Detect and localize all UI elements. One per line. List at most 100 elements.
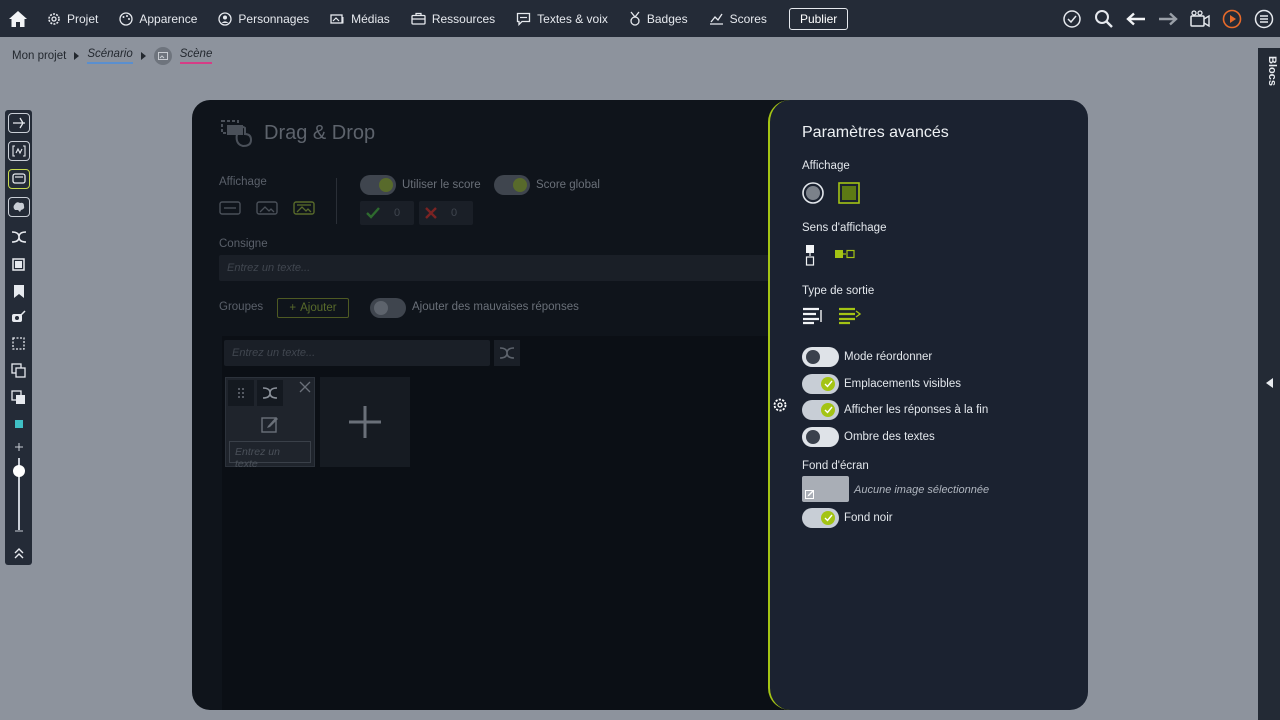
play-button[interactable] [1216, 0, 1248, 37]
nav-personnages[interactable]: Personnages [207, 0, 319, 37]
camera-icon [1190, 9, 1210, 27]
add-group-card[interactable] [320, 377, 410, 467]
display-mixed-icon[interactable] [293, 201, 315, 215]
horizontal-direction-icon[interactable] [834, 248, 856, 260]
global-score-label: Score global [536, 179, 600, 191]
play-icon [1222, 9, 1242, 28]
breadcrumb-separator-icon [140, 52, 146, 60]
tool-dialogue[interactable] [6, 168, 31, 190]
nav-textes-voix[interactable]: Textes & voix [505, 0, 618, 37]
sens-label: Sens d'affichage [802, 222, 887, 234]
nav-badges[interactable]: Badges [618, 0, 698, 37]
tool-transition[interactable] [6, 112, 31, 134]
group-title-input[interactable]: Entrez un texte... [224, 340, 490, 366]
drag-handle[interactable] [228, 380, 254, 406]
dialogue-icon [11, 173, 26, 184]
toggle-knob [806, 350, 820, 364]
variable-icon [11, 145, 26, 157]
toggle-knob [821, 511, 835, 525]
output-list-icon[interactable] [802, 307, 824, 325]
home-button[interactable] [0, 0, 36, 37]
group-card[interactable]: Entrez un texte [225, 377, 315, 470]
tool-variable[interactable] [6, 140, 31, 162]
menu-button[interactable] [1248, 0, 1280, 37]
correct-count: 0 [394, 207, 401, 219]
use-score-toggle[interactable] [360, 175, 396, 195]
edit-icon[interactable] [261, 415, 279, 433]
drag-drop-icon [219, 118, 255, 153]
close-icon[interactable] [299, 381, 311, 393]
text-shadow-toggle[interactable] [802, 427, 839, 447]
bookmark-icon [13, 284, 24, 298]
shuffle-icon [262, 387, 278, 399]
breadcrumb-scene[interactable]: Scène [179, 48, 213, 64]
consigne-input[interactable]: Entrez un texte... [219, 255, 792, 281]
display-circle-icon[interactable] [802, 182, 824, 204]
nav-medias[interactable]: Médias [319, 0, 400, 37]
output-arrows-icon[interactable] [838, 307, 862, 325]
display-square-icon[interactable] [838, 182, 860, 204]
nav-scores[interactable]: Scores [698, 0, 777, 37]
toggle-knob [806, 430, 820, 444]
use-score-label: Utiliser le score [402, 179, 481, 191]
copy-icon [11, 362, 26, 378]
video-button[interactable] [1184, 0, 1216, 37]
background-image-picker[interactable] [802, 476, 849, 502]
undo-button[interactable] [1120, 0, 1152, 37]
nav-apparence[interactable]: Apparence [108, 0, 207, 37]
double-chevron-up-icon [14, 548, 23, 559]
publish-button[interactable]: Publier [788, 7, 849, 30]
panel-affichage-label: Affichage [802, 160, 850, 172]
shuffle-icon [499, 347, 515, 359]
tool-brain[interactable] [6, 196, 31, 218]
display-image-icon[interactable] [256, 201, 278, 215]
zoom-out-button[interactable] [6, 520, 31, 542]
redo-button[interactable] [1152, 0, 1184, 37]
black-background-label: Fond noir [844, 512, 893, 524]
bad-answers-label: Ajouter des mauvaises réponses [412, 301, 579, 313]
tool-frame[interactable] [6, 253, 31, 275]
breadcrumb-project[interactable]: Mon projet [12, 50, 66, 62]
zoom-in-button[interactable] [6, 436, 31, 458]
breadcrumb-scenario[interactable]: Scénario [87, 48, 133, 64]
group-item-input[interactable]: Entrez un texte [229, 441, 311, 470]
plus-icon [14, 443, 23, 451]
item-shuffle-button[interactable] [257, 380, 283, 406]
tool-copy[interactable] [6, 359, 31, 381]
check-circle-icon [1063, 9, 1081, 28]
bad-answers-toggle[interactable] [370, 298, 406, 318]
group-shuffle-button[interactable] [494, 340, 520, 366]
media-icon [330, 13, 344, 24]
tool-color[interactable] [6, 413, 31, 435]
nav-projet[interactable]: Projet [36, 0, 108, 37]
expand-left-icon[interactable] [1266, 378, 1273, 388]
add-group-button[interactable]: + Ajouter [277, 298, 349, 318]
search-button[interactable] [1088, 0, 1120, 37]
tool-random[interactable] [6, 226, 31, 248]
tool-select[interactable] [6, 332, 31, 354]
nav-label: Textes & voix [537, 11, 608, 26]
display-text-icon[interactable] [219, 201, 241, 215]
tool-media-edit[interactable] [6, 306, 31, 328]
check-icon [824, 406, 833, 414]
black-background-toggle[interactable] [802, 508, 839, 528]
tool-bookmark[interactable] [6, 280, 31, 302]
editor-title: Drag & Drop [264, 122, 376, 144]
tool-paste[interactable] [6, 386, 31, 408]
menu-icon [1254, 9, 1274, 28]
settings-gear-icon[interactable] [772, 397, 788, 413]
visible-slots-toggle[interactable] [802, 374, 839, 394]
wrong-score-box[interactable]: 0 [419, 201, 473, 225]
global-score-toggle[interactable] [494, 175, 530, 195]
text-shadow-label: Ombre des textes [844, 431, 935, 443]
zoom-slider-handle[interactable] [13, 465, 25, 477]
reorder-mode-toggle[interactable] [802, 347, 839, 367]
nav-ressources[interactable]: Ressources [400, 0, 505, 37]
nav-label: Badges [646, 11, 688, 26]
vertical-direction-icon[interactable] [804, 244, 816, 266]
sortie-label: Type de sortie [802, 285, 875, 297]
collapse-toolbar-button[interactable] [6, 542, 31, 564]
correct-score-box[interactable]: 0 [360, 201, 414, 225]
show-answers-toggle[interactable] [802, 400, 839, 420]
validate-button[interactable] [1056, 0, 1088, 37]
